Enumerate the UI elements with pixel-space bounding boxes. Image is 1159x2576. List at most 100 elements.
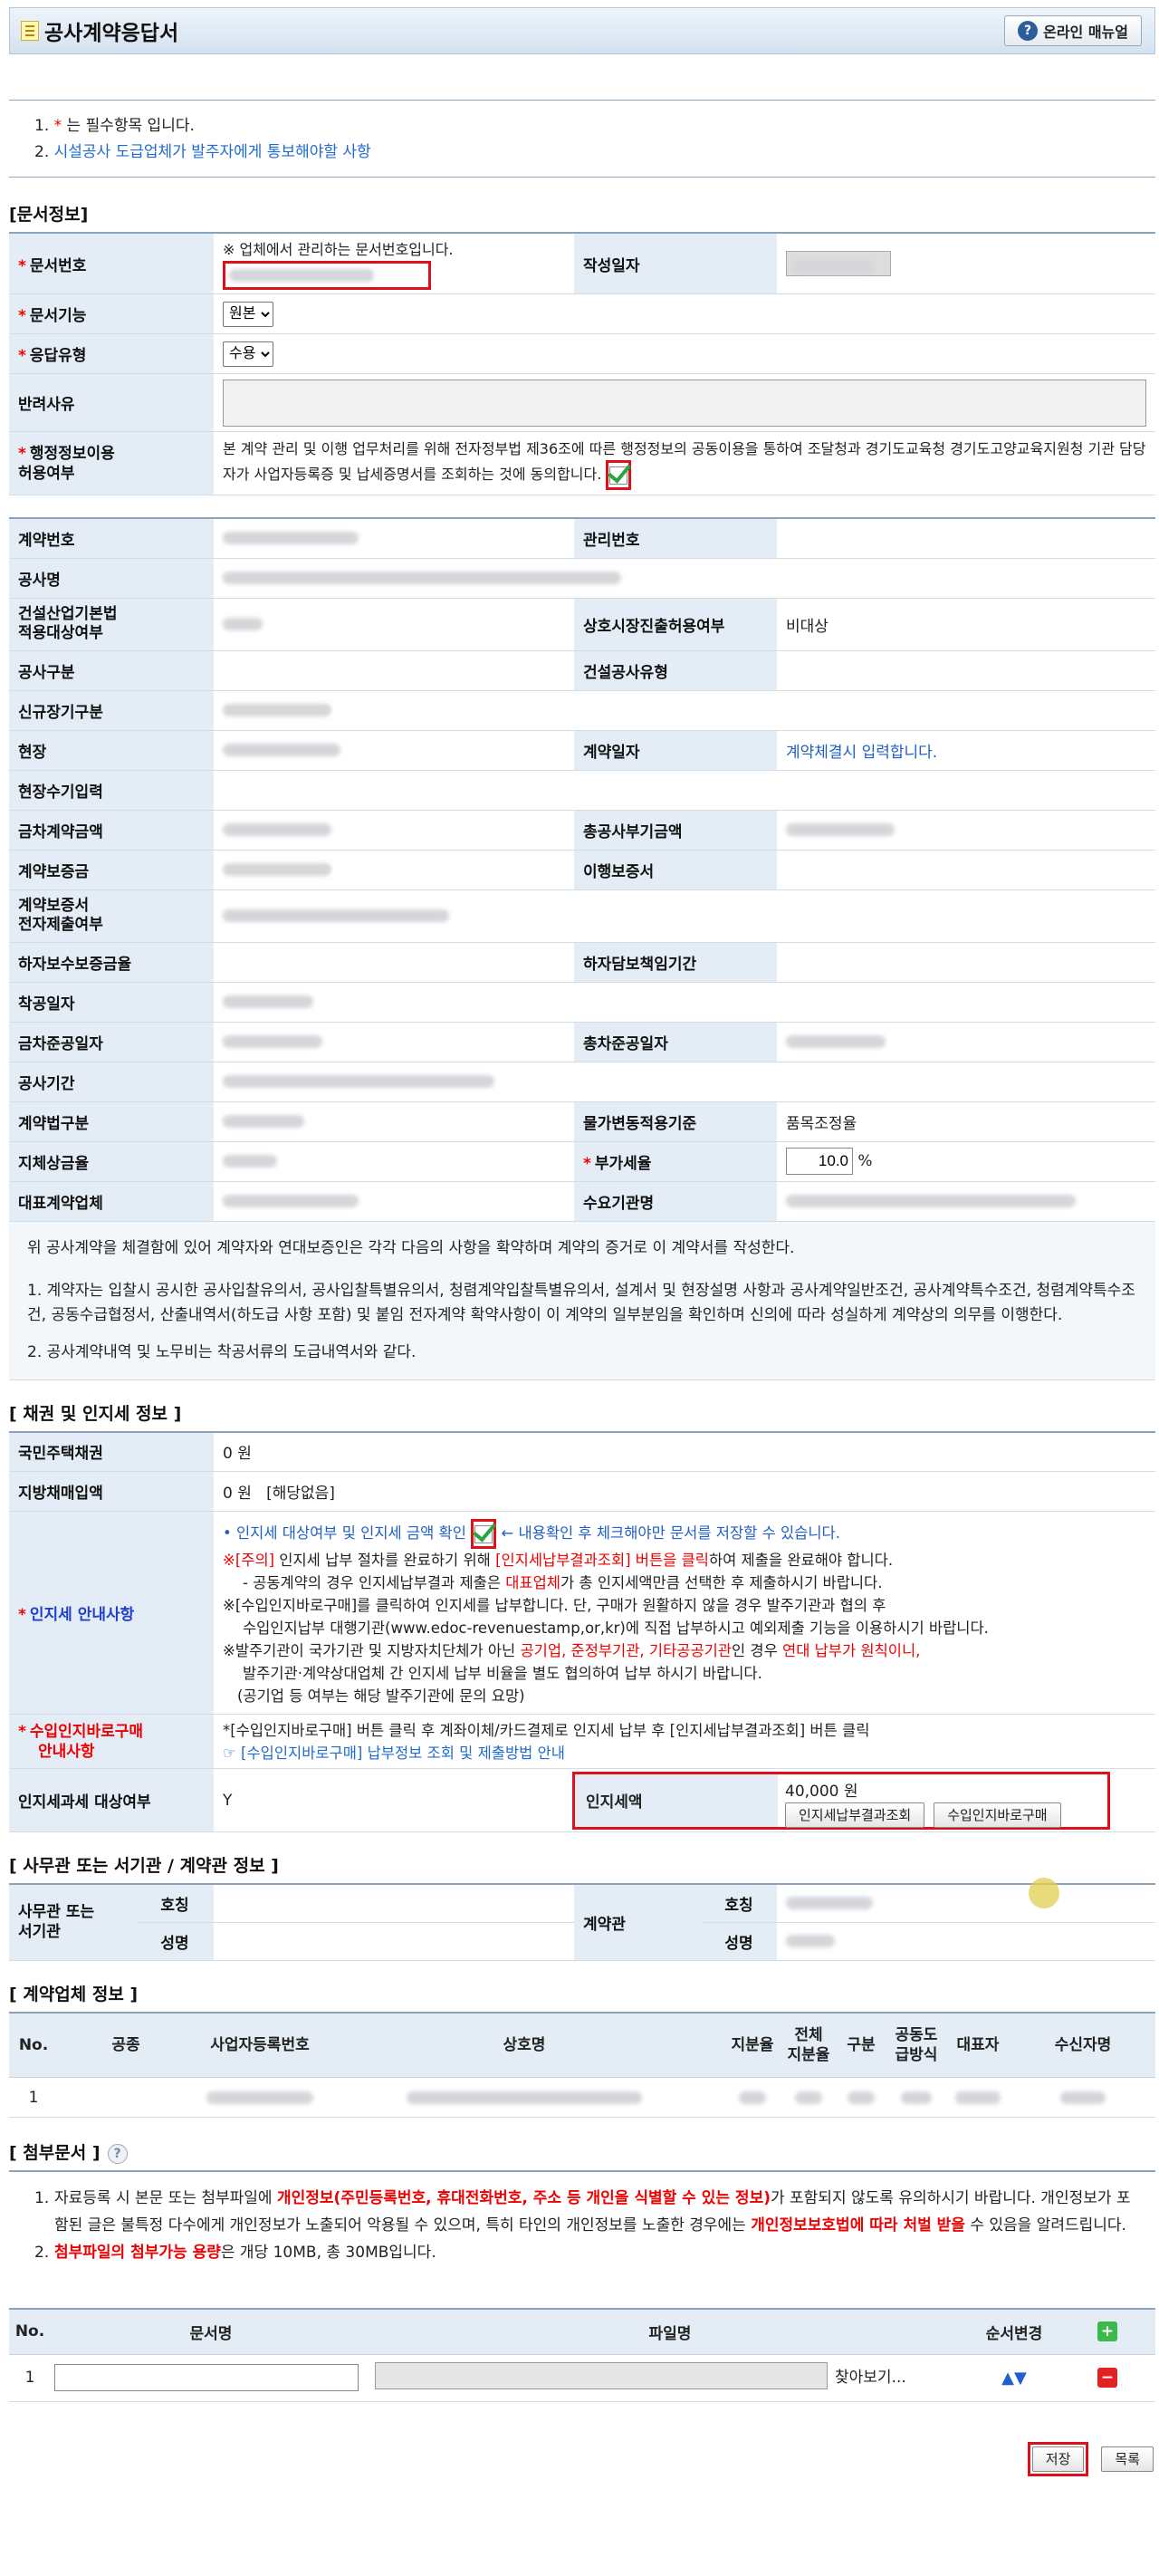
terms-para: 위 공사계약을 체결함에 있어 계약자와 연대보증인은 각각 다음의 사항을 확…	[27, 1238, 795, 1257]
list-button[interactable]: 목록	[1101, 2446, 1154, 2472]
consent-checkbox[interactable]	[609, 466, 628, 485]
stamp-checkbox[interactable]	[474, 1525, 493, 1543]
label: 호칭	[136, 1884, 214, 1923]
label: 계약보증서	[18, 897, 90, 915]
required-star: *	[18, 1722, 26, 1741]
label: 인지세과세 대상여부	[9, 1768, 214, 1832]
stamp-line-text: 인지세 납부 절차를 완료하기 위해	[274, 1551, 496, 1569]
stamp-line-text: 하여 제출을 완료해야 합니다.	[708, 1551, 894, 1569]
label: 상호시장진출허용여부	[574, 598, 777, 651]
notice-item-1: 1. * 는 필수항목 입니다.	[34, 113, 1139, 139]
label: 금차계약금액	[9, 810, 214, 851]
col-header: 수신자명	[1011, 2012, 1155, 2078]
value-cell	[214, 1922, 574, 1961]
attach-notice-item: 1. 자료등록 시 본문 또는 첨부파일에 개인정보(주민등록번호, 휴대전화번호…	[34, 2185, 1139, 2239]
office-label-cell: 사무관 또는 서기관	[9, 1884, 136, 1961]
stamp-line-text: ※[주의]	[223, 1551, 275, 1569]
value-cell	[214, 770, 1155, 811]
stamp-line: 발주기관·계약상대업체 간 인지세 납부 비율을 별도 협의하여 납부 하시기 …	[243, 1664, 762, 1682]
vat-rate-input[interactable]	[786, 1148, 853, 1175]
add-row-icon[interactable]: +	[1097, 2321, 1117, 2342]
label: 계약관	[574, 1884, 701, 1961]
online-manual-button[interactable]: ? 온라인 매뉴얼	[1004, 15, 1142, 46]
consent-text: 본 계약 관리 및 이행 업무처리를 위해 전자정부법 제36조에 따른 행정정…	[223, 439, 1146, 483]
stamp-amount-cell: 인지세액 40,000 원 인지세납부결과조회 수입인지바로구매	[572, 1768, 1155, 1832]
page-header: 공사계약응답서 ? 온라인 매뉴얼	[9, 7, 1155, 54]
value-cell	[214, 1062, 1155, 1102]
docno-input[interactable]	[223, 261, 431, 290]
stamp-line: - 공동계약의 경우 인지세납부결과 제출은 대표업체가 총 인지세액만큼 선택…	[223, 1572, 1146, 1594]
attach-section-text: [ 첨부문서 ]	[9, 2143, 101, 2163]
col-header: 상호명	[326, 2012, 723, 2078]
value-cell	[214, 1022, 574, 1062]
cell	[194, 2077, 326, 2118]
cell	[326, 2077, 723, 2118]
label: 총차준공일자	[574, 1022, 777, 1062]
stamp-line: ※[주의] 인지세 납부 절차를 완료하기 위해 [인지세납부결과조회] 버튼을…	[223, 1549, 1146, 1572]
reject-reason-textarea[interactable]	[223, 379, 1146, 427]
doc-function-select[interactable]: 원본	[223, 301, 273, 327]
reorder-arrows[interactable]: ▲▼	[969, 2354, 1059, 2402]
label: 적용대상여부	[18, 624, 103, 642]
label: 착공일자	[9, 982, 214, 1023]
terms-para: 2. 공사계약내역 및 노무비는 착공서류의 도급내역서와 같다.	[27, 1342, 417, 1361]
col-header: 대표자	[945, 2012, 1011, 2078]
label: 계약일자	[574, 730, 777, 771]
stamp-line: • 인지세 대상여부 및 인지세 금액 확인 ← 내용확인 후 체크해야만 문서…	[223, 1518, 1146, 1549]
remove-row-icon[interactable]: −	[1097, 2368, 1117, 2388]
stamp-buy-button[interactable]: 수입인지바로구매	[934, 1802, 1061, 1828]
date-label: 작성일자	[574, 233, 777, 294]
help-icon[interactable]: ?	[107, 2143, 128, 2164]
value-cell	[214, 1884, 574, 1923]
stamp-result-button[interactable]: 인지세납부결과조회	[785, 1802, 925, 1828]
notice-number: 2.	[34, 143, 50, 161]
value-cell	[777, 650, 1155, 691]
required-star: *	[18, 256, 26, 275]
label: 성명	[136, 1922, 214, 1961]
text: 개인정보보호법에 따라 처벌 받을	[751, 2216, 965, 2235]
resp-label-cell: * 응답유형	[9, 333, 214, 374]
buy-guide-link[interactable]: ☞ [수입인지바로구매] 납부정보 조회 및 제출방법 안내	[223, 1742, 1146, 1764]
label: 건설공사유형	[574, 650, 777, 691]
save-button[interactable]: 저장	[1031, 2446, 1085, 2472]
terms-cell: 위 공사계약을 체결함에 있어 계약자와 연대보증인은 각각 다음의 사항을 확…	[9, 1221, 1155, 1380]
stamp-guide-cell: • 인지세 대상여부 및 인지세 금액 확인 ← 내용확인 후 체크해야만 문서…	[214, 1511, 1155, 1715]
text: 개인정보(주민등록번호, 휴대전화번호, 주소 등 개인을 식별할 수 있는 정…	[276, 2189, 771, 2207]
stamp-line-text: • 인지세 대상여부 및 인지세 금액 확인	[223, 1523, 466, 1542]
add-row-cell: +	[1059, 2309, 1155, 2355]
section-title-attach: [ 첨부문서 ]?	[9, 2139, 1155, 2164]
label: 하자보수보증금율	[9, 942, 214, 983]
label: 호칭	[701, 1884, 777, 1923]
docno-label-cell: * 문서번호	[9, 233, 214, 294]
stamp-amount-value: 40,000 원	[785, 1782, 858, 1801]
office-label-1: 사무관 또는	[18, 1903, 95, 1922]
value-cell	[214, 889, 1155, 943]
text: 자료등록 시 본문 또는 첨부파일에	[54, 2189, 277, 2207]
col-header: 문서명	[51, 2309, 371, 2355]
value-cell	[214, 1181, 574, 1222]
consent-label-cell: * 행정정보이용 허용여부	[9, 431, 214, 495]
text: 첨부파일의 첨부가능 용량	[54, 2244, 221, 2262]
attach-notice-text: 자료등록 시 본문 또는 첨부파일에 개인정보(주민등록번호, 휴대전화번호, …	[54, 2185, 1139, 2239]
stamp-line-text: 공기업, 준정부기관, 기타공공기관	[520, 1641, 732, 1659]
label: 현장	[9, 730, 214, 771]
notice-text: 는 필수항목 입니다.	[62, 117, 195, 135]
response-type-select[interactable]: 수용	[223, 341, 273, 367]
notice-link[interactable]: 시설공사 도급업체가 발주자에게 통보해야할 사항	[54, 143, 371, 161]
notice-number: 1.	[34, 117, 50, 135]
browse-button[interactable]: 찾아보기...	[835, 2364, 906, 2387]
stamp-amount-label: 인지세액	[575, 1773, 778, 1827]
cell	[58, 2077, 194, 2118]
label: 대표계약업체	[9, 1181, 214, 1222]
notice-box: 1. * 는 필수항목 입니다. 2. 시설공사 도급업체가 발주자에게 통보해…	[9, 100, 1155, 178]
value-cell	[214, 810, 574, 851]
label: 계약보증금	[9, 850, 214, 890]
docno-label: 문서번호	[29, 256, 87, 275]
item-number: 1.	[34, 2189, 50, 2207]
vat-cell: %	[777, 1141, 1155, 1182]
label: 하자담보책임기간	[574, 942, 777, 983]
text: 수 있음을 알려드립니다.	[964, 2216, 1126, 2235]
stamp-line-text: 인 경우	[731, 1641, 783, 1659]
doc-name-input[interactable]	[54, 2364, 359, 2391]
target-value: Y	[214, 1768, 572, 1832]
